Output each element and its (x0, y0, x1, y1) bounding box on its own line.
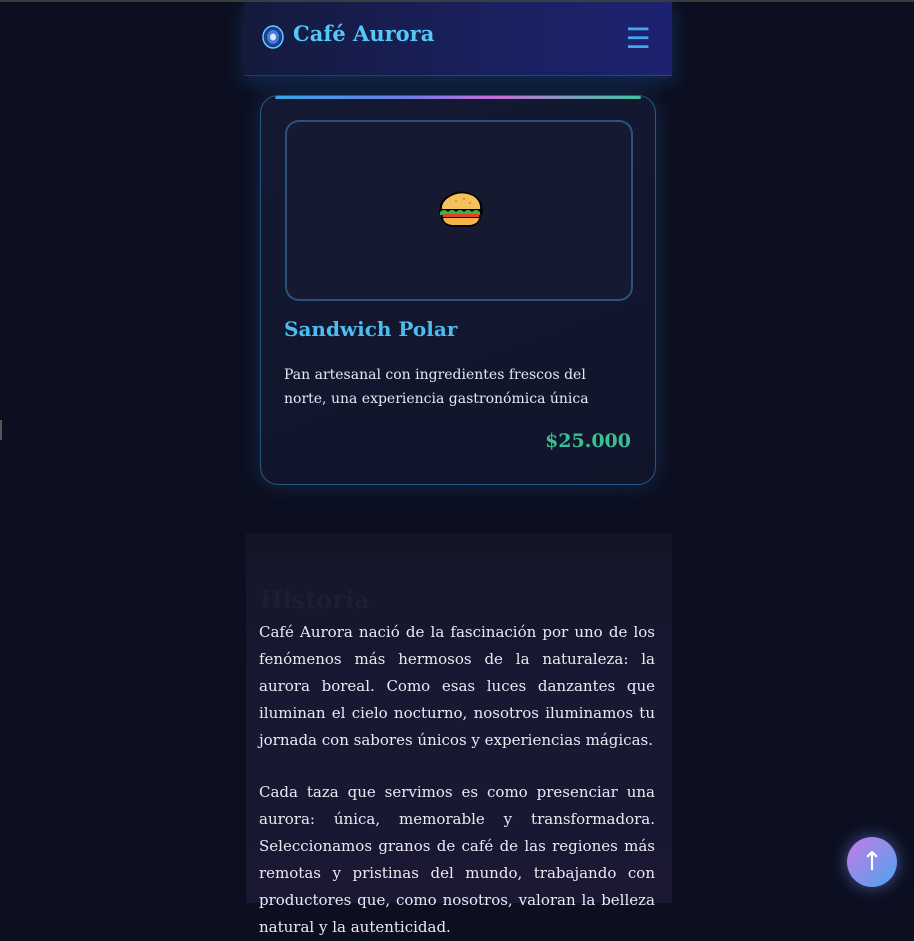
arrow-up-icon: ↑ (861, 847, 883, 877)
history-paragraph: Cada taza que servimos es como presencia… (259, 783, 655, 936)
menu-item-price: $25.000 (545, 430, 631, 452)
hamburger-menu-icon[interactable]: ☰ (621, 24, 655, 54)
brand-name[interactable]: Café Aurora (293, 21, 434, 46)
card-accent-bar (275, 96, 641, 99)
scroll-to-top-button[interactable]: ↑ (847, 837, 897, 887)
sandwich-icon (434, 185, 488, 231)
history-paragraph: Café Aurora nació de la fascinación por … (259, 623, 655, 749)
aurora-gem-icon[interactable] (261, 25, 285, 49)
menu-item-image (285, 120, 633, 301)
page-container: Café Aurora ☰ Sandwich Polar Pan artesan… (244, 2, 672, 936)
menu-item-card: Sandwich Polar Pan artesanal con ingredi… (260, 95, 656, 485)
menu-item-description: Pan artesanal con ingredientes frescos d… (284, 367, 589, 407)
menu-item-title: Sandwich Polar (284, 317, 458, 341)
side-handle (0, 420, 2, 440)
site-header: Café Aurora ☰ (244, 2, 672, 76)
history-section: Historia Café Aurora nació de la fascina… (246, 533, 672, 936)
history-title: Historia (260, 585, 370, 614)
